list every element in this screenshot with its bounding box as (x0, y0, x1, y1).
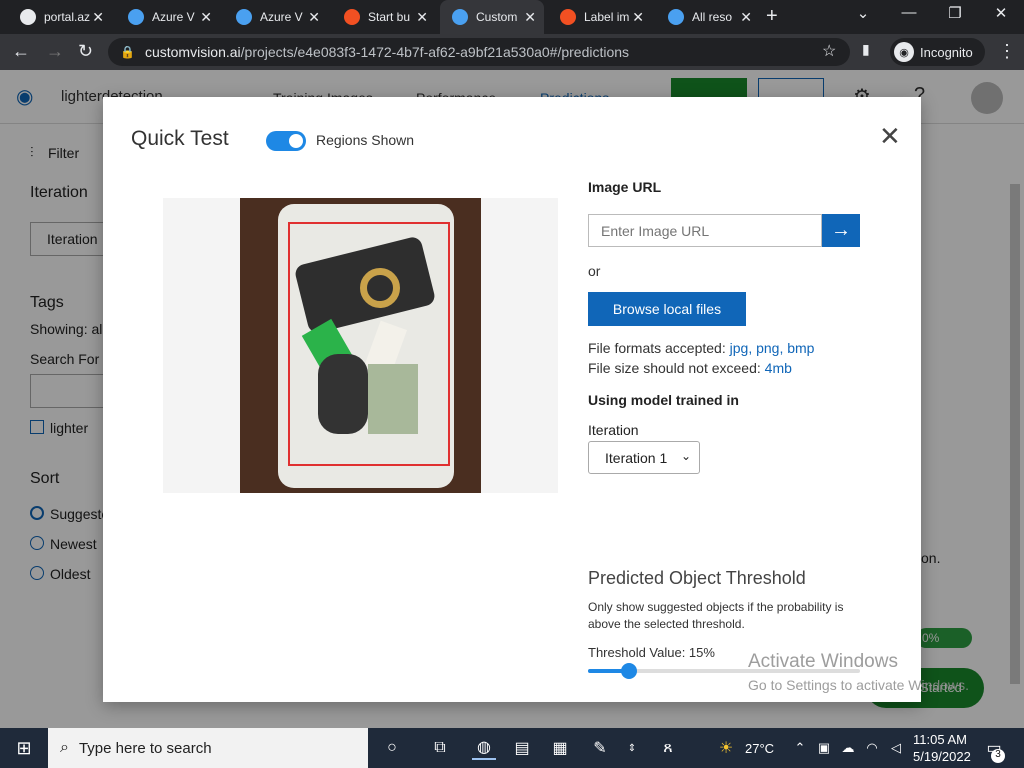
url-host: customvision.ai (144, 44, 241, 60)
reload-button[interactable]: ↻ (78, 41, 93, 62)
test-image (240, 198, 481, 493)
tab-close-icon[interactable]: ✕ (308, 9, 320, 26)
forward-button[interactable]: → (46, 41, 64, 62)
activate-windows-subtitle: Go to Settings to activate Windows. (748, 677, 969, 693)
tab-close-icon[interactable]: ✕ (92, 9, 104, 26)
clock-time[interactable]: 11:05 AM (913, 732, 967, 747)
browse-local-files-button[interactable]: Browse local files (588, 292, 746, 326)
format-bmp[interactable]: bmp (787, 340, 814, 356)
threshold-slider-handle[interactable] (620, 663, 637, 679)
image-url-label: Image URL (588, 179, 662, 195)
test-image-area (163, 198, 558, 493)
chevron-down-icon: ⌄ (680, 449, 691, 463)
tab-search-icon[interactable]: ⌄ (840, 4, 886, 22)
browser-tab[interactable]: Start bu ✕ (332, 0, 436, 34)
model-label: Using model trained in (588, 392, 739, 408)
app-taskbar-icon-1[interactable]: ▤ (510, 736, 534, 760)
windows-taskbar: ⊞ ⌕ Type here to search ○ ⧉ ◍ ▤ ▦ ✎ ⇕ ጸ … (0, 728, 1024, 768)
close-window-button[interactable]: ✕ (978, 4, 1024, 22)
image-url-input[interactable] (588, 214, 822, 247)
tray-shape (278, 204, 454, 488)
size-prefix: File size should not exceed: (588, 360, 761, 376)
format-png[interactable]: png, (756, 340, 783, 356)
bookmark-star-icon[interactable]: ☆ (822, 41, 836, 61)
tab-close-icon[interactable]: ✕ (740, 9, 752, 26)
start-button[interactable]: ⊞ (0, 728, 48, 768)
browser-tab[interactable]: Custom ✕ (440, 0, 544, 34)
taskbar-scroll-icon[interactable]: ⇕ (620, 736, 644, 760)
browser-tab[interactable]: Azure V ✕ (116, 0, 220, 34)
cloud-icon[interactable]: ☁ (836, 736, 860, 760)
incognito-badge[interactable]: ◉ Incognito (890, 38, 985, 66)
tab-close-icon[interactable]: ✕ (416, 9, 428, 26)
browser-menu-icon[interactable]: ⋮ (998, 41, 1016, 62)
notification-count: 3 (991, 749, 1005, 763)
address-bar[interactable]: 🔒 customvision.ai /projects/e4e083f3-147… (108, 38, 850, 66)
microsoft-icon (344, 9, 360, 25)
device-icon[interactable]: ▣ (812, 736, 836, 760)
detection-bounding-box (288, 222, 450, 466)
regions-toggle[interactable] (266, 131, 306, 151)
iteration-select[interactable]: Iteration 1 ⌄ (588, 441, 700, 474)
browser-tab[interactable]: All reso ✕ (656, 0, 760, 34)
format-jpg[interactable]: jpg, (730, 340, 753, 356)
iteration-selected: Iteration 1 (605, 449, 668, 466)
task-view-icon[interactable]: ⧉ (428, 736, 452, 760)
threshold-value-label: Threshold Value: 15% (588, 645, 715, 660)
incognito-label: Incognito (920, 44, 973, 60)
or-text: or (588, 263, 601, 279)
taskbar-search-placeholder: Type here to search (78, 739, 212, 757)
chevron-up-icon[interactable]: ⌃ (788, 736, 812, 760)
regions-toggle-label: Regions Shown (316, 132, 415, 148)
microsoft-icon (560, 9, 576, 25)
github-icon (20, 9, 36, 25)
tab-close-icon[interactable]: ✕ (524, 9, 536, 26)
windows-logo-icon: ⊞ (16, 737, 32, 758)
search-icon: ⌕ (60, 739, 69, 756)
azure-icon (668, 9, 684, 25)
quick-test-dialog: Quick Test Regions Shown ✕ Image URL → o… (103, 97, 921, 702)
new-tab-button[interactable]: + (766, 5, 778, 28)
browser-toolbar: ← → ↻ 🔒 customvision.ai /projects/e4e083… (0, 34, 1024, 70)
temperature[interactable]: 27°C (745, 741, 774, 756)
threshold-title: Predicted Object Threshold (588, 568, 806, 588)
threshold-description: Only show suggested objects if the proba… (588, 600, 844, 631)
weather-icon[interactable]: ☀ (714, 736, 738, 760)
azure-devops-icon (128, 9, 144, 25)
cortana-icon[interactable]: ○ (380, 736, 404, 760)
taskbar-search-box[interactable]: ⌕ Type here to search (48, 728, 368, 768)
restore-button[interactable]: ❐ (932, 4, 978, 22)
iteration-label: Iteration (588, 422, 639, 438)
volume-icon[interactable]: ◁ (884, 736, 908, 760)
close-icon[interactable]: ✕ (879, 121, 901, 152)
formats-prefix: File formats accepted: (588, 340, 726, 356)
app-taskbar-icon-3[interactable]: ✎ (588, 736, 612, 760)
chrome-taskbar-icon[interactable]: ◍ (472, 736, 496, 760)
clock-date[interactable]: 5/19/2022 (913, 749, 971, 764)
lock-icon: 🔒 (120, 45, 135, 59)
url-path: /projects/e4e083f3-1472-4b7f-af62-a9bf21… (240, 44, 630, 60)
incognito-icon: ◉ (894, 42, 914, 62)
file-formats-line: File formats accepted: jpg, png, bmp (588, 340, 814, 356)
submit-url-arrow-icon[interactable]: → (822, 214, 860, 247)
side-panel-icon[interactable]: ▮ (862, 41, 870, 58)
customvision-icon (452, 9, 468, 25)
browser-tab-bar: portal.az ✕ Azure V ✕ Azure V ✕ Start bu ✕ Custo… (0, 0, 1024, 34)
wifi-icon[interactable]: ◠ (860, 736, 884, 760)
activate-windows-title: Activate Windows (748, 651, 898, 672)
size-value: 4mb (764, 360, 792, 376)
app-taskbar-icon-2[interactable]: ▦ (548, 736, 572, 760)
minimize-button[interactable]: — (886, 4, 932, 21)
tab-close-icon[interactable]: ✕ (200, 9, 212, 26)
people-icon[interactable]: ጸ (656, 736, 680, 760)
tab-close-icon[interactable]: ✕ (632, 9, 644, 26)
back-button[interactable]: ← (12, 41, 30, 62)
browser-tab[interactable]: Azure V ✕ (224, 0, 328, 34)
browser-tab[interactable]: portal.az ✕ (8, 0, 112, 34)
azure-devops-icon (236, 9, 252, 25)
browser-tab[interactable]: Label im ✕ (548, 0, 652, 34)
file-size-line: File size should not exceed: 4mb (588, 360, 792, 376)
dialog-title: Quick Test (131, 127, 229, 150)
